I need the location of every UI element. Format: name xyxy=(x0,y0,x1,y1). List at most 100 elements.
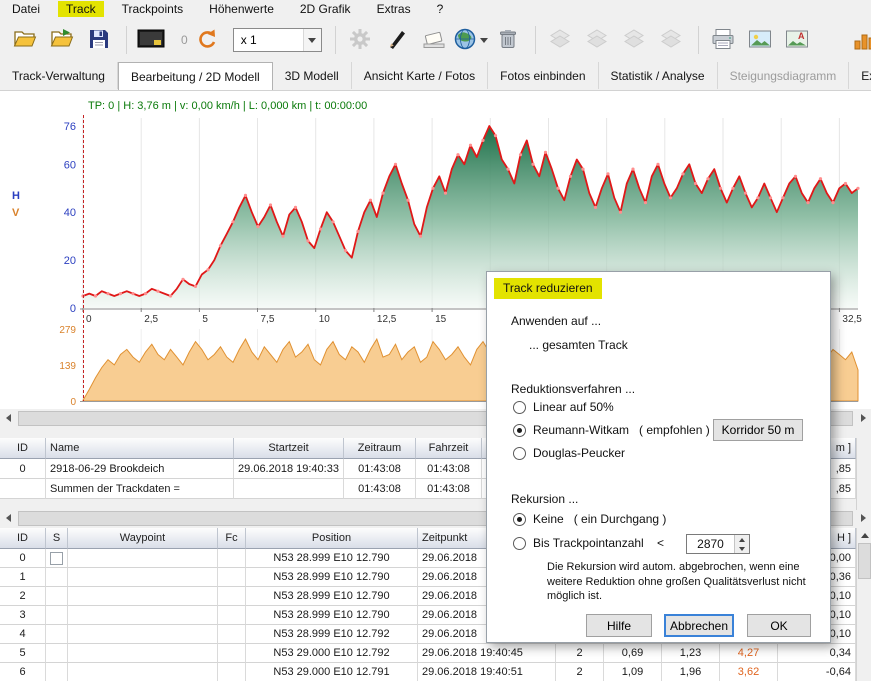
scroll-right-button[interactable] xyxy=(855,510,871,526)
scroll-up-button[interactable] xyxy=(857,528,871,543)
radio-icon[interactable] xyxy=(513,513,526,526)
trash-button[interactable] xyxy=(491,23,525,57)
radio-icon[interactable] xyxy=(513,447,526,460)
trackpoint-table-cell: 2 xyxy=(556,644,604,663)
method-option-1[interactable]: Reumann-Witkam ( empfohlen ) xyxy=(513,423,710,437)
menu-item-2d-grafik[interactable]: 2D Grafik xyxy=(292,1,359,17)
print-button[interactable] xyxy=(706,23,740,57)
trackpoint-table-column-header-s[interactable]: S xyxy=(46,528,68,549)
track-table-column-header-startzeit[interactable]: Startzeit xyxy=(234,438,344,459)
trackpoint-table-cell: N53 28.999 E10 12.790 xyxy=(246,606,418,625)
abbrechen-button[interactable]: Abbrechen xyxy=(664,614,734,637)
menu-item-trackpoints[interactable]: Trackpoints xyxy=(114,1,192,17)
track-table-column-header-id[interactable]: ID xyxy=(0,438,46,459)
triangle-left-icon xyxy=(6,514,11,522)
open-folder-import-button[interactable] xyxy=(45,23,79,57)
menu-bar: Datei Track Trackpoints Höhenwerte 2D Grafik… xyxy=(0,0,871,18)
menu-item-höhenwerte[interactable]: Höhenwerte xyxy=(201,1,282,17)
trackpoint-table-cell xyxy=(46,644,68,663)
svg-text:H: H xyxy=(12,190,20,202)
trackpoint-table-column-header-position[interactable]: Position xyxy=(246,528,418,549)
menu-item-track[interactable]: Track xyxy=(58,1,104,17)
tab-bearbeitung-2d-modell[interactable]: Bearbeitung / 2D Modell xyxy=(118,62,273,91)
undo-button[interactable] xyxy=(190,23,224,57)
trackpoint-table-cell xyxy=(68,644,218,663)
eraser-button[interactable] xyxy=(417,23,451,57)
trackpoint-table-cell: 0,69 xyxy=(604,644,662,663)
svg-text:40: 40 xyxy=(64,207,76,219)
trackpoint-table-cell xyxy=(218,568,246,587)
trackpoint-table-column-header-fc[interactable]: Fc xyxy=(218,528,246,549)
recursion-option-1[interactable]: Bis Trackpointanzahl < xyxy=(513,536,664,550)
save-button[interactable] xyxy=(82,23,116,57)
trackpoint-table-cell xyxy=(68,663,218,681)
open-folder-button[interactable] xyxy=(8,23,42,57)
menu-item-extras[interactable]: Extras xyxy=(369,1,419,17)
photo-export-button[interactable] xyxy=(743,23,777,57)
trackpoint-count-spinner[interactable]: 2870 xyxy=(686,534,750,554)
korridor-button[interactable]: Korridor 50 m xyxy=(713,419,803,441)
radio-label: Reumann-Witkam ( empfohlen ) xyxy=(533,423,710,437)
waypoint-checkbox[interactable] xyxy=(50,552,63,565)
print-icon xyxy=(711,28,735,53)
toolbar-separator xyxy=(126,26,127,54)
menu-item-datei[interactable]: Datei xyxy=(4,1,48,17)
trackpoint-table-cell: N53 28.999 E10 12.790 xyxy=(246,587,418,606)
tab-exp[interactable]: Exp xyxy=(849,62,871,89)
trackpoint-table-column-header-id[interactable]: ID xyxy=(0,528,46,549)
recursion-option-0[interactable]: Keine ( ein Durchgang ) xyxy=(513,512,666,526)
method-option-0[interactable]: Linear auf 50% xyxy=(513,400,614,414)
radio-icon[interactable] xyxy=(513,537,526,550)
scrollbar-track[interactable] xyxy=(857,543,871,681)
photo-text-button[interactable]: A xyxy=(780,23,814,57)
radio-icon[interactable] xyxy=(513,401,526,414)
trackpoint-table-vertical-scrollbar[interactable] xyxy=(856,528,871,681)
trackpoint-table-cell: N53 28.999 E10 12.790 xyxy=(246,568,418,587)
chevron-down-icon[interactable] xyxy=(303,29,321,51)
tab-steigungsdiagramm: Steigungsdiagramm xyxy=(718,62,850,89)
zoom-value: x 1 xyxy=(241,33,257,47)
track-table-column-header-name[interactable]: Name xyxy=(46,438,234,459)
hilfe-button[interactable]: Hilfe xyxy=(586,614,652,637)
trackpoint-table-cell: N53 28.999 E10 12.792 xyxy=(246,625,418,644)
trackpoint-table-row-5[interactable]: 5N53 29.000 E10 12.79229.06.2018 19:40:4… xyxy=(0,644,856,663)
zoom-combobox[interactable]: x 1 xyxy=(233,28,322,52)
layer-icon xyxy=(548,28,572,53)
triangle-right-icon xyxy=(861,414,866,422)
scrollbar-thumb[interactable] xyxy=(858,543,871,579)
chart-button[interactable] xyxy=(850,24,871,58)
radio-icon[interactable] xyxy=(513,424,526,437)
scroll-right-button[interactable] xyxy=(855,410,871,426)
track-table-column-header-zeitraum[interactable]: Zeitraum xyxy=(344,438,416,459)
track-reduce-dialog: Track reduzieren Anwenden auf ... ... ge… xyxy=(486,271,831,643)
spinner-down-button[interactable] xyxy=(735,544,749,553)
tab-ansicht-karte-fotos[interactable]: Ansicht Karte / Fotos xyxy=(352,62,488,89)
trackpoint-table-row-6[interactable]: 6N53 29.000 E10 12.79129.06.2018 19:40:5… xyxy=(0,663,856,681)
globe-button[interactable] xyxy=(454,23,488,57)
menu-item-?[interactable]: ? xyxy=(429,1,452,17)
tab-track-verwaltung[interactable]: Track-Verwaltung xyxy=(0,62,118,89)
tab-statistik-analyse[interactable]: Statistik / Analyse xyxy=(599,62,718,89)
svg-text:0: 0 xyxy=(86,314,92,325)
ok-button[interactable]: OK xyxy=(747,614,811,637)
tab-3d-modell[interactable]: 3D Modell xyxy=(273,62,352,89)
layer-icon xyxy=(659,28,683,53)
snapshot-icon xyxy=(137,28,165,53)
track-table-vertical-scrollbar[interactable] xyxy=(856,438,871,510)
draw-button[interactable] xyxy=(380,23,414,57)
scroll-left-button[interactable] xyxy=(0,410,16,426)
track-table-column-header-fahrzeit[interactable]: Fahrzeit xyxy=(416,438,482,459)
trackpoint-table-cell: 3,62 xyxy=(720,663,778,681)
tab-fotos-einbinden[interactable]: Fotos einbinden xyxy=(488,62,598,89)
radio-label: Keine ( ein Durchgang ) xyxy=(533,512,666,526)
svg-text:0: 0 xyxy=(70,303,76,315)
save-icon xyxy=(88,28,110,53)
spinner-up-button[interactable] xyxy=(735,535,749,544)
track-table-cell xyxy=(234,479,344,499)
triangle-left-icon xyxy=(6,414,11,422)
snapshot-button[interactable] xyxy=(134,23,168,57)
method-option-2[interactable]: Douglas-Peucker xyxy=(513,446,625,460)
trackpoint-table-column-header-waypoint[interactable]: Waypoint xyxy=(68,528,218,549)
eraser-icon xyxy=(422,28,446,53)
scroll-left-button[interactable] xyxy=(0,510,16,526)
